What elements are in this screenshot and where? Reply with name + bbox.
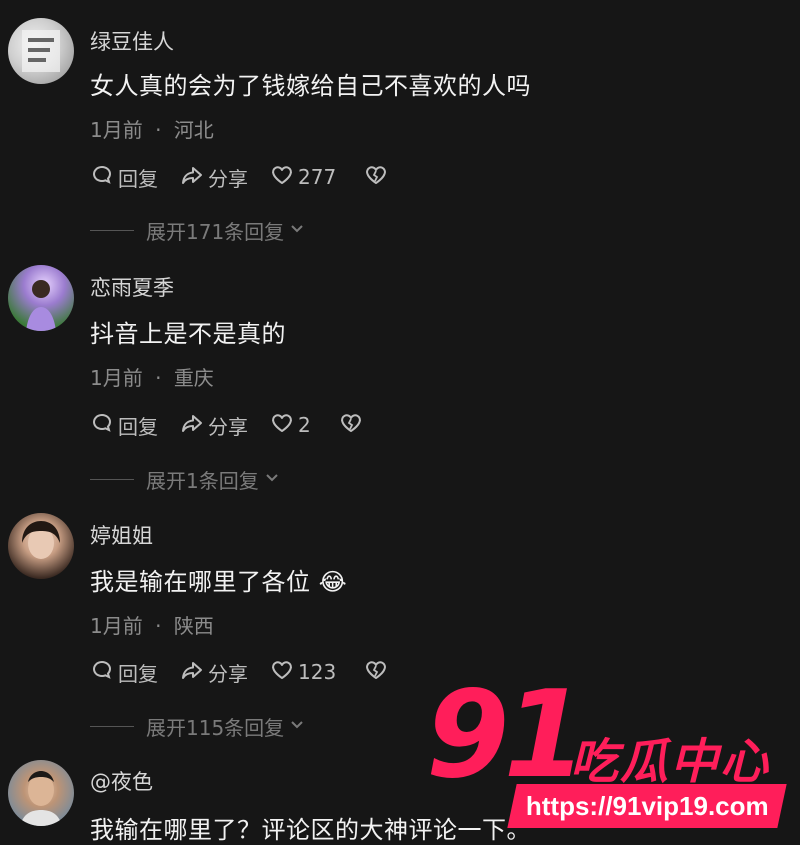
watermark-number: 91 [426,666,587,805]
reply-button[interactable]: 回复 [90,411,158,440]
avatar[interactable] [8,18,74,84]
reply-button[interactable]: 回复 [90,658,158,687]
divider [90,230,134,231]
heart-icon [270,411,298,440]
time-label: 1月前 [90,614,143,638]
avatar[interactable] [8,513,74,579]
share-button[interactable]: 分享 [180,658,248,687]
divider [90,479,134,480]
laughing-emoji: 😂 [318,568,348,596]
dislike-button[interactable] [364,163,388,192]
action-bar: 回复 分享 2 [90,410,385,440]
location-label: 重庆 [173,366,214,390]
share-button[interactable]: 分享 [180,411,248,440]
chevron-down-icon [284,219,306,243]
reply-icon [90,411,118,440]
username[interactable]: 婷姐姐 [90,520,153,550]
avatar[interactable] [8,760,74,826]
time-label: 1月前 [90,366,143,390]
expand-replies[interactable]: 展开171条回复 [90,216,306,245]
share-icon [180,163,208,192]
share-label: 分享 [208,166,248,191]
comment-meta: 1月前 · 陕西 [90,610,214,639]
location-label: 陕西 [173,614,214,638]
expand-replies[interactable]: 展开1条回复 [90,465,281,494]
chevron-down-icon [284,715,306,739]
reply-icon [90,658,118,687]
like-count: 123 [298,660,337,684]
heart-icon [270,658,298,687]
reply-label: 回复 [118,414,158,439]
share-button[interactable]: 分享 [180,163,248,192]
avatar[interactable] [8,265,74,331]
separator: · [155,118,162,142]
dislike-heart-icon [364,658,388,687]
like-button[interactable]: 2 [270,411,311,440]
like-count: 2 [298,413,311,437]
dislike-button[interactable] [339,411,363,440]
like-button[interactable]: 123 [270,658,336,687]
share-icon [180,411,208,440]
like-count: 277 [298,165,337,189]
expand-label: 展开1条回复 [146,469,259,493]
dislike-heart-icon [339,411,363,440]
separator: · [155,614,162,638]
divider [90,726,134,727]
username[interactable]: 绿豆佳人 [90,26,174,56]
username[interactable]: @夜色 [90,766,153,796]
watermark-title: 吃瓜中心 [570,734,771,790]
reply-icon [90,163,118,192]
comment-meta: 1月前 · 重庆 [90,362,214,391]
action-bar: 回复 分享 123 [90,657,410,687]
reply-label: 回复 [118,661,158,686]
reply-label: 回复 [118,166,158,191]
comment-text: 女人真的会为了钱嫁给自己不喜欢的人吗 [90,72,531,100]
location-label: 河北 [173,118,214,142]
action-bar: 回复 分享 277 [90,162,410,192]
expand-label: 展开171条回复 [146,220,285,244]
like-button[interactable]: 277 [270,163,336,192]
comment-text-body: 我是输在哪里了各位 [90,568,311,596]
watermark: 91 吃瓜中心 https://91vip19.com [420,676,800,842]
comment-text: 抖音上是不是真的 [90,320,286,348]
expand-replies[interactable]: 展开115条回复 [90,712,306,741]
dislike-heart-icon [364,163,388,192]
separator: · [155,366,162,390]
expand-label: 展开115条回复 [146,716,285,740]
time-label: 1月前 [90,118,143,142]
reply-button[interactable]: 回复 [90,163,158,192]
share-icon [180,658,208,687]
heart-icon [270,163,298,192]
watermark-url: https://91vip19.com [525,790,769,821]
chevron-down-icon [259,468,281,492]
username[interactable]: 恋雨夏季 [90,272,174,302]
watermark-url-banner: https://91vip19.com [507,784,787,828]
share-label: 分享 [208,661,248,686]
comment-meta: 1月前 · 河北 [90,114,214,143]
comment-text: 我是输在哪里了各位 😂 [90,562,347,597]
share-label: 分享 [208,414,248,439]
dislike-button[interactable] [364,658,388,687]
